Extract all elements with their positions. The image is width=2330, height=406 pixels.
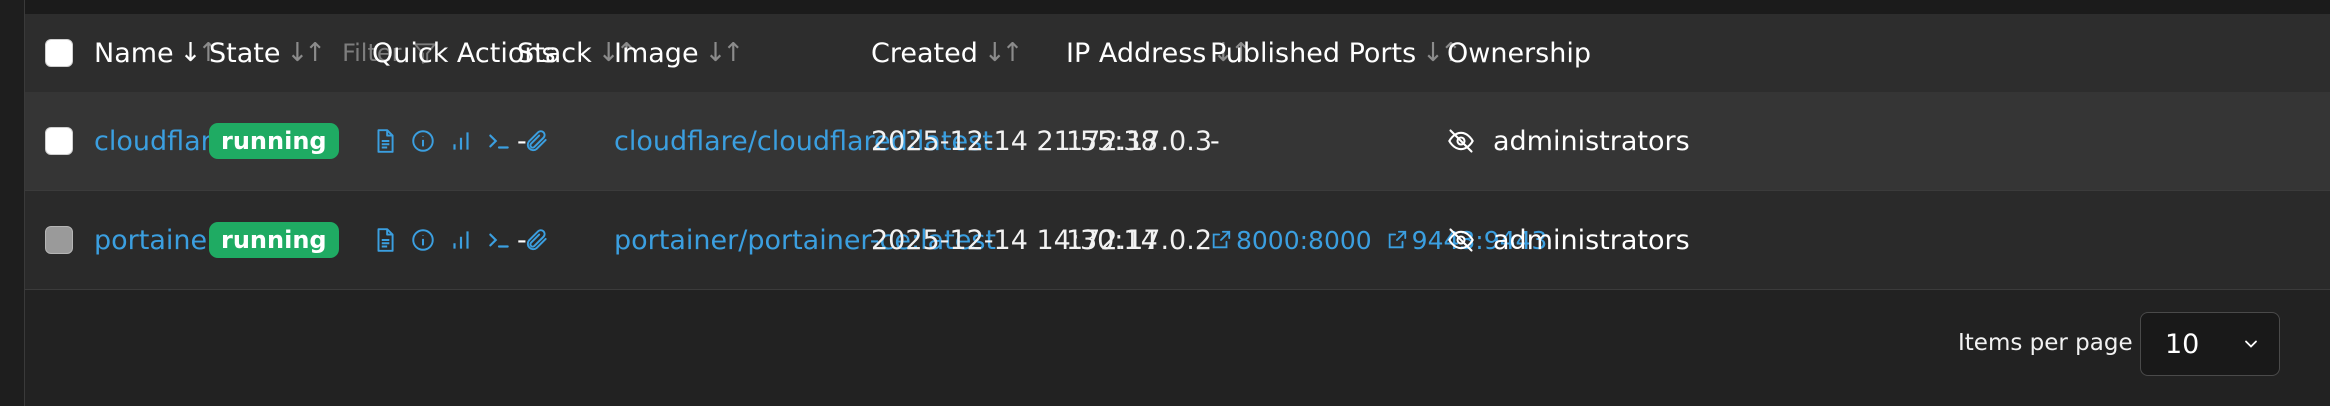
state-cell: running [209, 92, 339, 190]
column-image-label: Image [614, 37, 699, 69]
items-per-page-select[interactable]: 10 [2140, 312, 2280, 376]
console-icon[interactable] [486, 227, 512, 253]
status-badge: running [209, 123, 339, 159]
column-ownership-label: Ownership [1447, 37, 1591, 69]
stack-value: - [517, 125, 527, 157]
sort-icon[interactable]: ↓↑ [705, 38, 745, 68]
chevron-down-icon [2245, 340, 2257, 348]
row-checkbox[interactable] [45, 226, 73, 254]
status-badge: running [209, 222, 339, 258]
stats-icon[interactable] [448, 227, 474, 253]
items-per-page-label: Items per page [1958, 330, 2133, 356]
column-state-label: State [209, 37, 281, 69]
stats-icon[interactable] [448, 128, 474, 154]
ownership-cell: administrators [1447, 92, 1690, 190]
column-stack-label: Stack [517, 37, 592, 69]
port-label: 8000:8000 [1236, 225, 1372, 255]
state-cell: running [209, 191, 339, 289]
column-name-label: Name [94, 37, 174, 69]
column-created-label: Created [871, 37, 978, 69]
column-ip-label: IP Address [1066, 37, 1207, 69]
eye-off-icon [1448, 129, 1474, 153]
column-ports-label: Published Ports [1210, 37, 1417, 69]
ip-value: 172.17.0.2 [1066, 224, 1212, 256]
table-row: cloudflared running - cloudflare/cloudfl… [25, 92, 2330, 190]
published-port-link[interactable]: 8000:8000 [1210, 226, 1372, 255]
select-all-cell [45, 14, 73, 92]
stack-value: - [517, 224, 527, 256]
table-header-row: Name ↓↑ State ↓↑ Filter Quick Actions St… [25, 14, 2330, 92]
column-header-ownership[interactable]: Ownership [1447, 14, 1591, 92]
sort-icon[interactable]: ↓↑ [286, 38, 326, 68]
items-per-page-value: 10 [2165, 328, 2200, 360]
console-icon[interactable] [486, 128, 512, 154]
attach-icon[interactable] [524, 128, 550, 154]
attach-icon[interactable] [524, 227, 550, 253]
container-name-link[interactable]: portainer [94, 191, 218, 289]
inspect-icon[interactable] [410, 128, 436, 154]
logs-icon[interactable] [372, 227, 398, 253]
table-row: portainer running - portainer/portainer-… [25, 190, 2330, 290]
ownership-cell: administrators [1447, 191, 1690, 289]
column-header-created[interactable]: Created ↓↑ [871, 14, 1024, 92]
column-header-name[interactable]: Name ↓↑ [94, 14, 219, 92]
select-all-checkbox[interactable] [45, 39, 73, 67]
ip-value: 172.17.0.3 [1066, 125, 1212, 157]
ownership-value: administrators [1493, 224, 1690, 256]
table-top-border [25, 0, 2330, 14]
external-link-icon [1388, 230, 1406, 249]
row-select-cell [45, 92, 73, 190]
inspect-icon[interactable] [410, 227, 436, 253]
ports-empty-value: - [1210, 125, 1220, 157]
column-header-image[interactable]: Image ↓↑ [614, 14, 745, 92]
eye-off-icon [1448, 228, 1474, 252]
ownership-value: administrators [1493, 125, 1690, 157]
sort-icon[interactable]: ↓↑ [984, 38, 1024, 68]
logs-icon[interactable] [372, 128, 398, 154]
row-checkbox[interactable] [45, 127, 73, 155]
row-select-cell [45, 191, 73, 289]
external-link-icon [1212, 230, 1231, 249]
column-header-ports[interactable]: Published Ports ↓↑ [1210, 14, 1462, 92]
